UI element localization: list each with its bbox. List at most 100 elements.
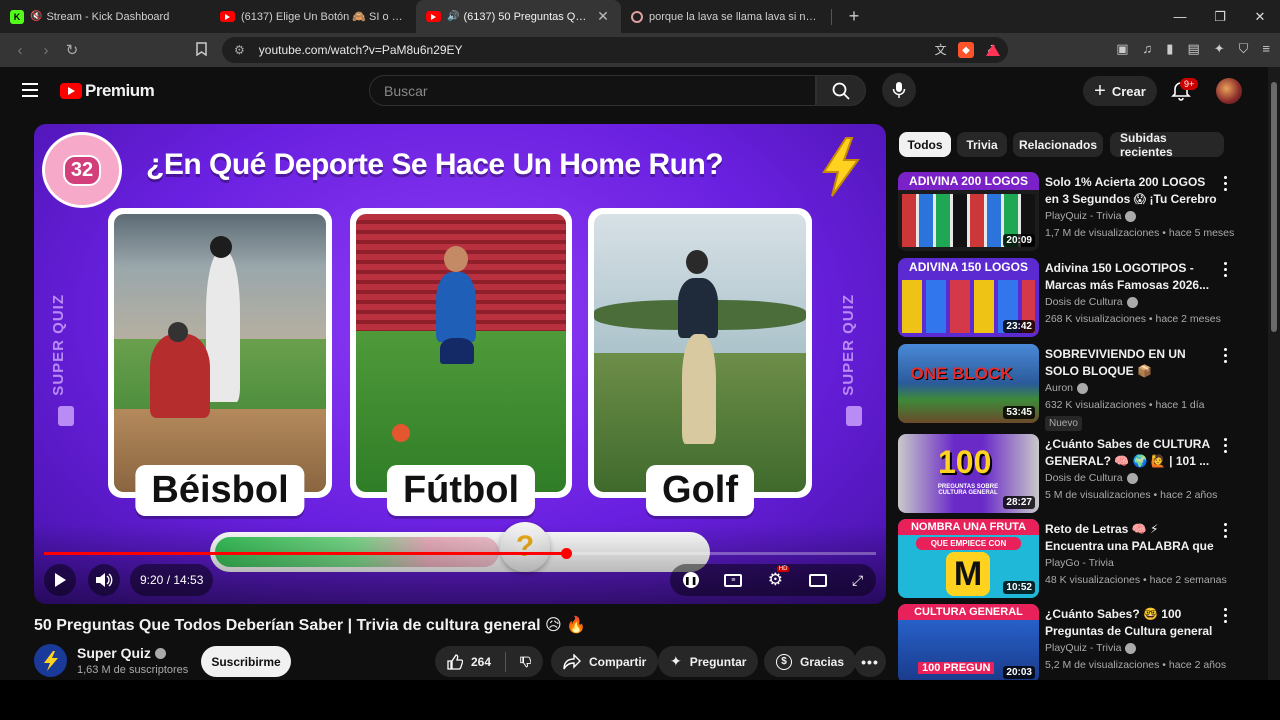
chip-todos[interactable]: Todos	[899, 132, 951, 157]
translate-icon[interactable]: 文	[935, 41, 947, 58]
related-video[interactable]: NOMBRA UNA FRUTA QUE EMPIECE CON M 10:52…	[898, 519, 1258, 599]
video-thumbnail[interactable]: ADIVINA 200 LOGOS 20:09	[898, 172, 1039, 251]
related-video[interactable]: ADIVINA 200 LOGOS 20:09 Solo 1% Acierta …	[898, 172, 1258, 252]
time-total: 14:53	[173, 573, 204, 587]
bolt-logo-icon	[43, 650, 58, 671]
related-video[interactable]: CULTURA GENERAL 100 PREGUN 20:03 ¿Cuánto…	[898, 604, 1258, 684]
theater-mode-icon[interactable]	[808, 573, 827, 587]
channel-avatar[interactable]	[34, 644, 67, 677]
like-count: 264	[471, 654, 492, 669]
channel-name: Auron	[1045, 382, 1074, 394]
close-window-icon[interactable]: ✕	[1240, 0, 1280, 33]
thanks-button[interactable]: $ Gracias	[764, 646, 857, 677]
forward-icon[interactable]: ›	[34, 38, 58, 62]
super-thanks-icon: $	[776, 653, 792, 670]
search-button[interactable]	[816, 75, 866, 106]
tab-kick[interactable]: K 🔇 Stream - Kick Dashboard	[0, 0, 210, 33]
related-video[interactable]: 100 PREGUNTAS SOBRE CULTURA GENERAL 28:2…	[898, 434, 1258, 514]
verified-icon	[1125, 642, 1137, 654]
subtitles-icon[interactable]: ≡	[724, 573, 743, 587]
brave-rewards-icon[interactable]	[986, 44, 1000, 56]
more-vertical-icon[interactable]	[1224, 262, 1228, 280]
ai-icon[interactable]: ✦	[1214, 41, 1225, 57]
wallet-icon[interactable]: ▤	[1187, 41, 1199, 57]
settings-icon[interactable]: ⚙ HD	[768, 566, 790, 590]
minimize-icon[interactable]: —	[1160, 0, 1200, 33]
speaker-icon[interactable]: 🔊	[447, 11, 459, 22]
chip-relacionados[interactable]: Relacionados	[1013, 132, 1103, 157]
video-thumbnail[interactable]: ONE BLOCK 53:45	[898, 344, 1039, 423]
video-thumbnail[interactable]: ADIVINA 150 LOGOS 23:42	[898, 258, 1039, 337]
tab-lava[interactable]: porque la lava se llama lava si no es l	[621, 0, 831, 33]
more-vertical-icon[interactable]	[1224, 438, 1228, 456]
video-player[interactable]: 32 ¿En Qué Deporte Se Hace Un Home Run? …	[34, 124, 886, 604]
bottom-black-strip	[0, 680, 1280, 720]
site-settings-icon[interactable]: ⚙	[234, 43, 245, 57]
account-avatar[interactable]	[1216, 78, 1242, 104]
ask-button[interactable]: ✦ Preguntar	[658, 646, 759, 677]
page-scrollbar[interactable]	[1268, 67, 1280, 680]
close-tab-icon[interactable]: ✕	[595, 8, 611, 25]
video-thumbnail[interactable]: NOMBRA UNA FRUTA QUE EMPIECE CON M 10:52	[898, 519, 1039, 598]
thanks-label: Gracias	[800, 654, 845, 669]
notification-count-badge: 9+	[1180, 78, 1199, 90]
related-video[interactable]: ONE BLOCK 53:45 SOBREVIVIENDO EN UN SOLO…	[898, 344, 1258, 431]
play-button[interactable]	[44, 564, 76, 596]
channel-name-row[interactable]: Super Quiz	[77, 645, 166, 661]
search-input[interactable]: Buscar	[369, 75, 816, 106]
more-vertical-icon[interactable]	[1224, 608, 1228, 626]
tab-50-preguntas[interactable]: 🔊 (6137) 50 Preguntas Que Todo ✕	[416, 0, 621, 33]
related-video[interactable]: ADIVINA 150 LOGOS 23:42 Adivina 150 LOGO…	[898, 258, 1258, 338]
time-current: 9:20	[140, 573, 164, 587]
leo-icon[interactable]: ▣	[1116, 41, 1128, 57]
chip-subidas-recientes[interactable]: Subidas recientes	[1110, 131, 1224, 159]
brave-shields-icon[interactable]: ◆	[958, 42, 974, 58]
verified-icon	[154, 647, 166, 659]
chip-trivia[interactable]: Trivia	[957, 132, 1007, 157]
more-vertical-icon[interactable]	[1224, 523, 1228, 541]
fullscreen-icon[interactable]: ⤢	[852, 572, 863, 589]
muted-icon[interactable]: 🔇	[30, 11, 42, 22]
thumbs-up-icon	[447, 653, 463, 670]
like-button[interactable]: 264	[447, 653, 492, 670]
voice-search-button[interactable]	[882, 73, 916, 107]
url-field[interactable]: ⚙ youtube.com/watch?v=PaM8u6n29EY 文 ▭ ↗	[222, 37, 1008, 63]
channel-name-row: Auron	[1045, 382, 1089, 394]
thumbs-down-icon[interactable]	[519, 654, 531, 670]
quiz-question: ¿En Qué Deporte Se Hace Un Home Run?	[146, 148, 724, 181]
channel-name-row: PlayQuiz - Trivia	[1045, 642, 1137, 654]
youtube-icon	[220, 11, 235, 22]
youtube-premium-logo[interactable]: Premium	[60, 81, 155, 101]
vpn-icon[interactable]: ⛉	[1239, 41, 1249, 57]
thumbnail-caption: NOMBRA UNA FRUTA	[898, 519, 1039, 535]
video-thumbnail[interactable]: 100 PREGUNTAS SOBRE CULTURA GENERAL 28:2…	[898, 434, 1039, 513]
create-button[interactable]: + Crear	[1083, 76, 1157, 106]
hamburger-menu-icon[interactable]	[22, 83, 38, 101]
video-duration: 20:03	[1003, 666, 1035, 679]
share-arrow-icon	[563, 653, 581, 669]
new-tab-button[interactable]: +	[842, 6, 866, 27]
right-controls: ❚❚ ≡ ⚙ HD ⤢	[670, 564, 876, 596]
volume-button[interactable]	[88, 564, 120, 596]
more-vertical-icon[interactable]	[1224, 176, 1228, 194]
bookmark-icon[interactable]	[196, 42, 207, 59]
more-vertical-icon[interactable]	[1224, 348, 1228, 366]
media-icon[interactable]: ♫	[1143, 41, 1153, 57]
video-title: ¿Cuánto Sabes? 🤓 100 Preguntas de Cultur…	[1045, 607, 1213, 638]
share-button[interactable]: Compartir	[551, 646, 659, 677]
tab-elige[interactable]: (6137) Elige Un Botón 🙈 SI o NO ✅	[210, 0, 416, 33]
reload-icon[interactable]: ↻	[60, 38, 84, 62]
more-actions-button[interactable]: •••	[854, 646, 886, 677]
video-thumbnail[interactable]: CULTURA GENERAL 100 PREGUN 20:03	[898, 604, 1039, 683]
scrollbar-thumb[interactable]	[1271, 82, 1277, 332]
channel-name-row: Dosis de Cultura	[1045, 296, 1138, 308]
subscribe-button[interactable]: Suscribirme	[201, 646, 291, 677]
sidebar-icon[interactable]: ▮	[1166, 41, 1173, 57]
menu-icon[interactable]: ≡	[1262, 41, 1270, 57]
address-bar-row: ‹ › ↻ ⚙ youtube.com/watch?v=PaM8u6n29EY …	[0, 33, 1280, 67]
restore-icon[interactable]: ❐	[1200, 0, 1240, 33]
autoplay-toggle-icon[interactable]: ❚❚	[682, 572, 699, 588]
video-meta: 5,2 M de visualizaciones • hace 2 años	[1045, 659, 1227, 671]
seek-bar[interactable]	[44, 548, 876, 559]
back-icon[interactable]: ‹	[8, 38, 32, 62]
